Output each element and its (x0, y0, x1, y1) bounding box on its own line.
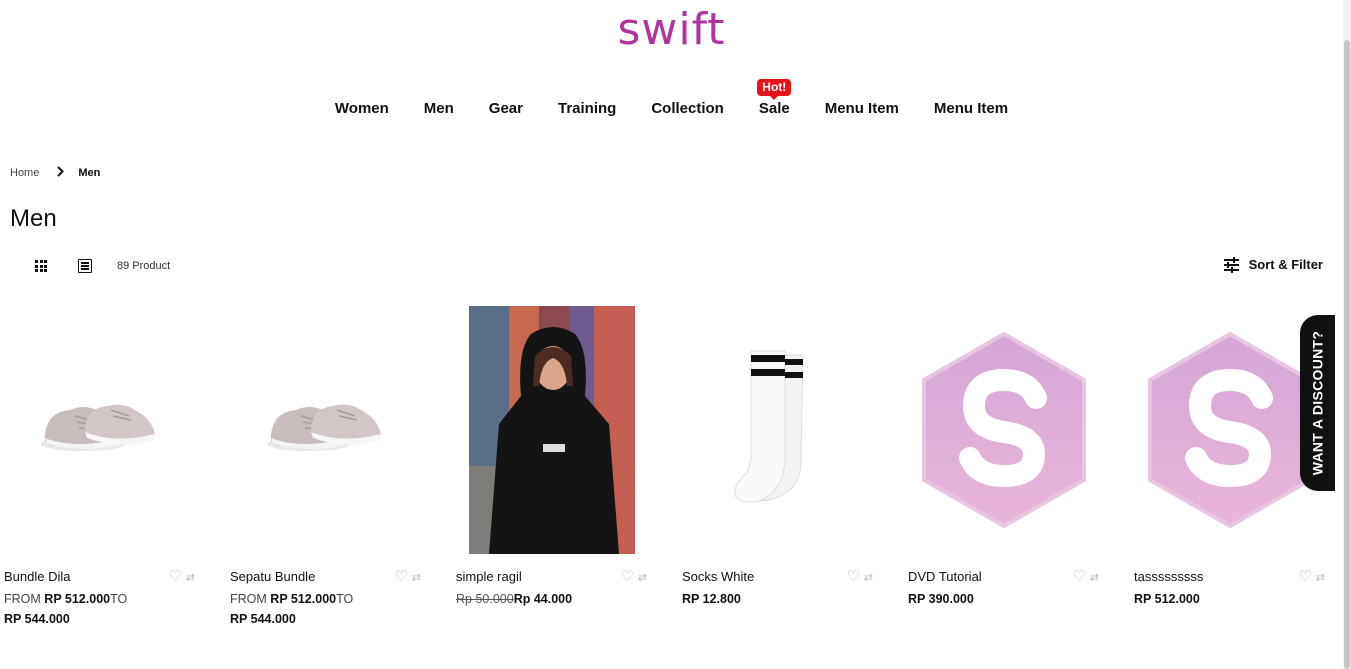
compare-icon[interactable]: ⇄ (638, 571, 647, 584)
nav-item-gear[interactable]: Gear (471, 98, 540, 120)
price-to: RP 544.000 (230, 612, 296, 626)
nav-item-menu-item-1[interactable]: Menu Item (807, 98, 916, 120)
nav-item-menu-item-2[interactable]: Menu Item (916, 98, 1025, 120)
scrollbar-thumb[interactable] (1344, 40, 1350, 669)
sneaker-image (267, 404, 381, 451)
heart-icon[interactable]: ♡ (846, 569, 859, 584)
nav-item-women[interactable]: Women (317, 98, 406, 120)
price-value: RP 12.800 (682, 592, 741, 606)
price-range: FROM RP 512.000TO (4, 592, 200, 606)
price-to: RP 544.000 (4, 612, 70, 626)
product-image[interactable] (904, 306, 1104, 554)
breadcrumb: Home Men (10, 166, 100, 180)
to-label: TO (110, 592, 128, 606)
product-image[interactable] (0, 306, 200, 554)
page-scrollbar[interactable] (1343, 0, 1351, 669)
compare-icon[interactable]: ⇄ (186, 571, 195, 584)
breadcrumb-current: Men (78, 167, 101, 179)
list-icon[interactable] (78, 259, 92, 273)
compare-icon[interactable]: ⇄ (1090, 571, 1099, 584)
price-from: RP 512.000 (270, 592, 337, 606)
hoodie-photo-image (469, 306, 635, 554)
swift-placeholder-image (922, 332, 1086, 528)
nav-label[interactable]: Men (424, 100, 454, 117)
site-logo[interactable]: swift (0, 4, 1343, 55)
price-sale: Rp 50.000Rp 44.000 (456, 592, 652, 606)
socks-image (734, 350, 804, 503)
sort-filter-label: Sort & Filter (1248, 257, 1323, 272)
heart-icon[interactable]: ♡ (1072, 569, 1085, 584)
nav-label[interactable]: Training (558, 100, 616, 117)
sneaker-image (41, 404, 155, 451)
price-from: RP 512.000 (44, 592, 111, 606)
chevron-right-icon (57, 166, 65, 180)
product-image[interactable] (226, 306, 426, 554)
logo-text[interactable]: swift (617, 4, 725, 55)
nav-label[interactable]: Menu Item (825, 100, 899, 117)
discount-tab[interactable]: WANT A DISCOUNT? (1300, 315, 1335, 491)
nav-item-sale[interactable]: Hot! Sale (741, 79, 807, 120)
price-range: FROM RP 512.000TO (230, 592, 426, 606)
price: RP 512.000 (1134, 592, 1330, 606)
product-image[interactable] (678, 306, 878, 554)
from-label: FROM (4, 592, 41, 606)
sort-filter-button[interactable]: Sort & Filter (1223, 256, 1323, 273)
nav-label[interactable]: Collection (651, 100, 724, 117)
compare-icon[interactable]: ⇄ (864, 571, 873, 584)
nav-label[interactable]: Sale (759, 100, 790, 117)
price: RP 390.000 (908, 592, 1104, 606)
product-toolbar: 89 Product Sort & Filter (0, 255, 1343, 277)
nav-label[interactable]: Menu Item (934, 100, 1008, 117)
swift-placeholder-image (1148, 332, 1312, 528)
nav-label[interactable]: Women (335, 100, 389, 117)
heart-icon[interactable]: ♡ (394, 569, 407, 584)
compare-icon[interactable]: ⇄ (1316, 571, 1325, 584)
heart-icon[interactable]: ♡ (168, 569, 181, 584)
nav-item-training[interactable]: Training (541, 98, 634, 120)
hot-badge: Hot! (757, 79, 792, 96)
price-value: RP 390.000 (908, 592, 974, 606)
nav-item-men[interactable]: Men (406, 98, 471, 120)
grid-icon[interactable] (34, 259, 48, 273)
sliders-icon (1223, 256, 1239, 273)
page: swift Women Men Gear Training Collection… (0, 0, 1343, 669)
price-value: RP 512.000 (1134, 592, 1200, 606)
breadcrumb-home[interactable]: Home (10, 167, 39, 179)
heart-icon[interactable]: ♡ (620, 569, 633, 584)
compare-icon[interactable]: ⇄ (412, 571, 421, 584)
page-title: Men (10, 205, 57, 232)
old-price: Rp 50.000 (456, 592, 514, 606)
nav-label[interactable]: Gear (489, 100, 523, 117)
price: Rp 44.000 (513, 592, 573, 606)
product-count: 89 Product (117, 260, 171, 272)
to-label: TO (336, 592, 354, 606)
discount-tab-label: WANT A DISCOUNT? (1309, 330, 1326, 476)
main-nav: Women Men Gear Training Collection Hot! … (0, 79, 1343, 120)
from-label: FROM (230, 592, 267, 606)
nav-item-collection[interactable]: Collection (634, 98, 742, 120)
price: RP 12.800 (682, 592, 878, 606)
product-image[interactable] (452, 306, 652, 554)
heart-icon[interactable]: ♡ (1298, 569, 1311, 584)
